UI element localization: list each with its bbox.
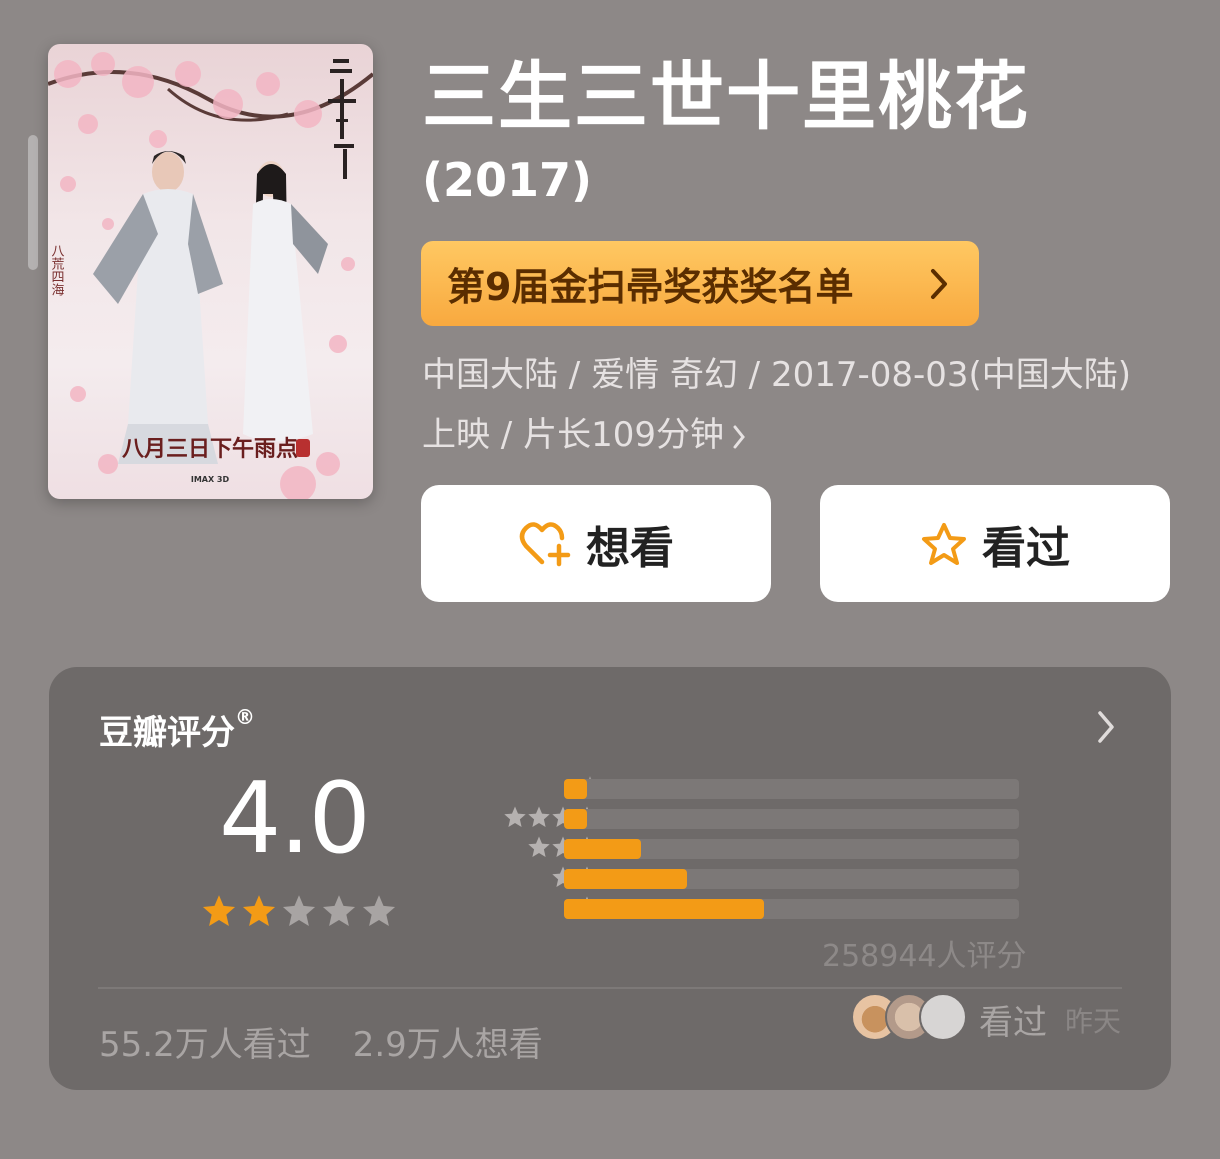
rating-bar-row [449, 775, 1069, 805]
star-filled-icon [242, 895, 276, 926]
rating-header: 豆瓣评分® [99, 705, 255, 754]
rating-card[interactable]: 豆瓣评分® 4.0 258944人评分 55.2万人看过 2.9万人想看 看过 昨… [49, 667, 1171, 1090]
rating-bar-row [449, 865, 1069, 895]
scrollbar[interactable] [28, 135, 38, 270]
meta-line-1: 中国大陆 / 爱情 奇幻 / 2017-08-03(中国大陆) [422, 355, 1132, 395]
rating-bar-track [564, 869, 1019, 889]
seen-count: 55.2万人看过 [99, 1025, 311, 1065]
rating-bar-track [564, 899, 1019, 919]
vote-count: 258944人评分 [822, 939, 1027, 974]
star-empty-icon [362, 895, 396, 926]
rating-bar-fill [564, 899, 764, 919]
rating-bar-fill [564, 809, 587, 829]
friends-seen-label: 看过 [979, 1003, 1047, 1043]
star-icon [528, 806, 550, 827]
want-to-watch-label: 想看 [586, 522, 674, 574]
rating-bar-fill [564, 869, 687, 889]
rating-header-label: 豆瓣评分 [99, 713, 235, 753]
poster-imax: IMAX 3D [191, 475, 230, 484]
movie-meta[interactable]: 中国大陆 / 爱情 奇幻 / 2017-08-03(中国大陆) 上映 / 片长1… [422, 345, 1202, 465]
poster-tagline-left: 八荒四海 [49, 244, 65, 296]
meta-line-2: 上映 / 片长109分钟 [422, 415, 724, 455]
meta-line-2-wrap: 上映 / 片长109分钟 [422, 405, 1202, 465]
heart-plus-icon [519, 521, 571, 566]
watched-button[interactable]: 看过 [820, 485, 1170, 602]
rating-bar-row [449, 895, 1069, 925]
poster-art: 八荒四海 八月三日下午雨点 IMAX 3D [48, 52, 373, 499]
want-to-watch-button[interactable]: 想看 [421, 485, 771, 602]
star-empty-icon [282, 895, 316, 926]
audience-counts: 55.2万人看过 2.9万人想看 [99, 1017, 543, 1066]
divider [98, 987, 1122, 989]
star-outline-icon [922, 522, 966, 565]
watched-label: 看过 [982, 522, 1070, 574]
movie-year: (2017) [422, 153, 593, 207]
chevron-right-icon[interactable] [1096, 709, 1116, 745]
star-icon [504, 806, 526, 827]
star-filled-icon [202, 895, 236, 926]
rating-stars [201, 893, 397, 929]
rating-bar-fill [564, 839, 641, 859]
star-icon [528, 836, 550, 857]
rating-score: 4.0 [219, 762, 371, 876]
rating-bar-track [564, 809, 1019, 829]
friends-seen-time: 昨天 [1065, 1005, 1122, 1038]
movie-poster[interactable]: 八荒四海 八月三日下午雨点 IMAX 3D [48, 44, 373, 499]
want-count: 2.9万人想看 [352, 1025, 543, 1065]
registered-mark: ® [235, 705, 255, 729]
movie-title: 三生三世十里桃花 [422, 54, 1030, 140]
rating-bar-track [564, 839, 1019, 859]
rating-bar-row [449, 805, 1069, 835]
rating-bar-fill [564, 779, 587, 799]
rating-bar-track [564, 779, 1019, 799]
friend-avatars[interactable] [851, 993, 971, 1045]
star-empty-icon [322, 895, 356, 926]
award-banner-label: 第9届金扫帚奖获奖名单 [447, 265, 854, 309]
rating-bar-row [449, 835, 1069, 865]
rating-distribution [449, 775, 1069, 925]
award-banner-button[interactable]: 第9届金扫帚奖获奖名单 [421, 241, 979, 326]
chevron-right-icon [733, 425, 745, 448]
chevron-right-icon [931, 269, 947, 299]
avatar [919, 993, 967, 1041]
poster-release-text: 八月三日下午雨点 [122, 436, 298, 462]
